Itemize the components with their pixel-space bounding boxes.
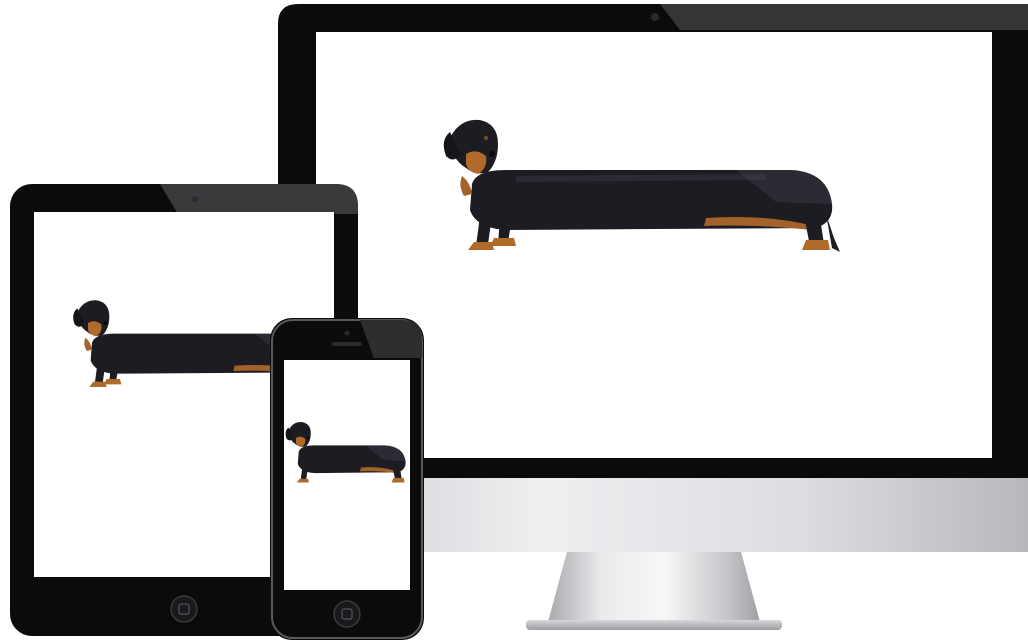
tablet-home-button [170,595,198,623]
monitor-camera [651,13,659,21]
phone-speaker [332,342,362,346]
dachshund-image-monitor [443,119,840,252]
smartphone [270,318,424,640]
phone-screen [284,360,410,590]
dachshund-image-phone [285,422,406,483]
phone-home-button [333,600,361,628]
tablet-camera [192,196,198,202]
phone-camera [344,330,350,336]
